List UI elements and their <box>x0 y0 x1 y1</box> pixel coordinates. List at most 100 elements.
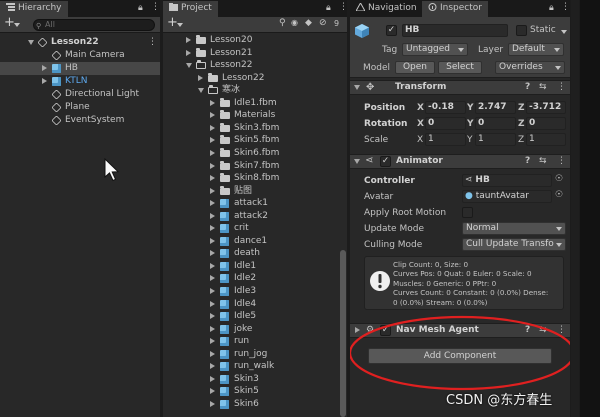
project-item[interactable]: attack1 <box>163 197 337 210</box>
project-item[interactable]: attack2 <box>163 210 337 223</box>
lock-icon[interactable]: 🔒︎ <box>549 3 554 13</box>
static-checkbox[interactable] <box>516 25 527 36</box>
culling-mode-dropdown[interactable]: Cull Update Transfo <box>462 238 566 251</box>
project-item[interactable]: Skin8.fbm <box>163 172 337 185</box>
tag-icon[interactable]: ◆ <box>305 18 312 28</box>
apply-root-motion-checkbox[interactable] <box>462 207 473 218</box>
chevron-right-icon[interactable] <box>210 313 215 320</box>
project-item[interactable]: Materials <box>163 109 337 122</box>
hierarchy-item[interactable]: Lesson22 ⋮ <box>0 36 160 49</box>
chevron-right-icon[interactable] <box>210 149 215 156</box>
project-item[interactable]: joke <box>163 323 337 336</box>
overrides-dropdown[interactable]: Overrides <box>495 61 565 74</box>
transform-rotation-x-field[interactable]: 0 <box>425 117 466 130</box>
project-item[interactable]: Lesson21 <box>163 47 337 60</box>
chevron-down-icon[interactable] <box>186 63 192 69</box>
transform-position-y-field[interactable]: 2.747 <box>475 101 516 114</box>
project-item[interactable]: Idle4 <box>163 298 337 311</box>
preset-icon[interactable]: ⇆ <box>539 82 547 92</box>
hidden-packages-icon[interactable]: ⊘ <box>319 18 327 28</box>
project-item[interactable]: run <box>163 335 337 348</box>
transform-scale-y-field[interactable]: 1 <box>475 133 516 146</box>
project-item[interactable]: 寒冰 <box>163 84 337 97</box>
object-picker-icon[interactable]: ☉ <box>555 174 563 184</box>
kebab-menu-icon[interactable]: ⋮ <box>557 82 566 92</box>
project-item[interactable]: Idle5 <box>163 310 337 323</box>
chevron-down-icon[interactable] <box>14 23 20 27</box>
lock-icon[interactable]: 🔒︎ <box>326 3 331 13</box>
hierarchy-item[interactable]: Main Camera <box>0 49 160 62</box>
chevron-right-icon[interactable] <box>42 65 47 71</box>
transform-header[interactable]: ✥ Transform ? ⇆ ⋮ <box>350 80 570 95</box>
project-item[interactable]: Idle2 <box>163 272 337 285</box>
chevron-right-icon[interactable] <box>210 212 215 219</box>
filter-icon[interactable]: ◉ <box>291 18 298 27</box>
update-mode-dropdown[interactable]: Normal <box>462 222 566 235</box>
open-button[interactable]: Open <box>395 61 435 74</box>
chevron-right-icon[interactable] <box>210 112 215 119</box>
project-item[interactable]: run_walk <box>163 360 337 373</box>
transform-rotation-y-field[interactable]: 0 <box>475 117 516 130</box>
hierarchy-item[interactable]: KTLN <box>0 75 160 88</box>
project-item[interactable]: Skin7.fbm <box>163 160 337 173</box>
active-checkbox[interactable]: ✓ <box>386 25 397 36</box>
project-item[interactable]: Skin6 <box>163 398 337 411</box>
kebab-menu-icon[interactable]: ⋮ <box>557 156 566 166</box>
project-item[interactable]: Idle3 <box>163 285 337 298</box>
chevron-right-icon[interactable] <box>210 338 215 345</box>
chevron-right-icon[interactable] <box>210 187 215 194</box>
chevron-right-icon[interactable] <box>210 200 215 207</box>
project-item[interactable]: run_jog <box>163 348 337 361</box>
inspector-scrollbar[interactable] <box>571 0 579 417</box>
chevron-right-icon[interactable] <box>210 300 215 307</box>
hierarchy-item[interactable]: EventSystem <box>0 114 160 127</box>
kebab-menu-icon[interactable]: ⋮ <box>339 2 347 12</box>
project-item[interactable]: dance1 <box>163 235 337 248</box>
chevron-right-icon[interactable] <box>210 225 215 232</box>
controller-field[interactable]: ⋖ HB <box>462 174 552 187</box>
project-item[interactable]: Idle1 <box>163 260 337 273</box>
chevron-right-icon[interactable] <box>210 288 215 294</box>
preset-icon[interactable]: ⇆ <box>539 156 547 166</box>
chevron-right-icon[interactable] <box>210 375 215 382</box>
kebab-menu-icon[interactable]: ⋮ <box>148 36 157 49</box>
transform-scale-z-field[interactable]: 1 <box>526 133 566 146</box>
help-icon[interactable]: ? <box>525 156 530 166</box>
chevron-right-icon[interactable] <box>210 237 215 244</box>
project-item[interactable]: 贴图 <box>163 185 337 198</box>
project-item[interactable]: Skin3.fbm <box>163 122 337 135</box>
tab-inspector[interactable]: Inspector <box>422 1 488 17</box>
transform-rotation-z-field[interactable]: 0 <box>526 117 566 130</box>
hierarchy-item[interactable]: Directional Light <box>0 88 160 101</box>
chevron-right-icon[interactable] <box>210 325 215 332</box>
chevron-right-icon[interactable] <box>186 49 191 56</box>
search-input[interactable]: ⚲ All <box>33 19 155 31</box>
chevron-right-icon[interactable] <box>210 262 215 269</box>
transform-position-x-field[interactable]: -0.18 <box>425 101 466 114</box>
hierarchy-item[interactable]: Plane <box>0 101 160 114</box>
chevron-right-icon[interactable] <box>210 388 215 395</box>
tag-dropdown[interactable]: Untagged <box>402 43 468 56</box>
project-scrollbar[interactable] <box>340 250 346 417</box>
chevron-right-icon[interactable] <box>210 162 215 169</box>
chevron-right-icon[interactable] <box>210 137 215 144</box>
object-picker-icon[interactable]: ☉ <box>555 190 563 200</box>
project-item[interactable]: Lesson22 <box>163 72 337 85</box>
object-name-field[interactable]: HB <box>402 24 508 37</box>
chevron-right-icon[interactable] <box>186 37 191 43</box>
lock-icon[interactable]: 🔒︎ <box>138 3 143 13</box>
kebab-menu-icon[interactable]: ⋮ <box>561 2 570 12</box>
hierarchy-item[interactable]: HB <box>0 62 160 75</box>
animator-enabled-checkbox[interactable]: ✓ <box>380 156 391 167</box>
project-item[interactable]: Skin5.fbm <box>163 134 337 147</box>
chevron-right-icon[interactable] <box>210 175 215 182</box>
avatar-field[interactable]: ● tauntAvatar <box>462 190 552 203</box>
project-item[interactable]: Skin6.fbm <box>163 147 337 160</box>
chevron-right-icon[interactable] <box>210 250 215 257</box>
chevron-down-icon[interactable] <box>561 30 567 34</box>
chevron-right-icon[interactable] <box>210 363 215 370</box>
chevron-down-icon[interactable] <box>198 88 204 94</box>
chevron-down-icon[interactable] <box>177 23 183 27</box>
animator-header[interactable]: ⋖ ✓ Animator ? ⇆ ⋮ <box>350 154 570 169</box>
chevron-right-icon[interactable] <box>210 275 215 282</box>
